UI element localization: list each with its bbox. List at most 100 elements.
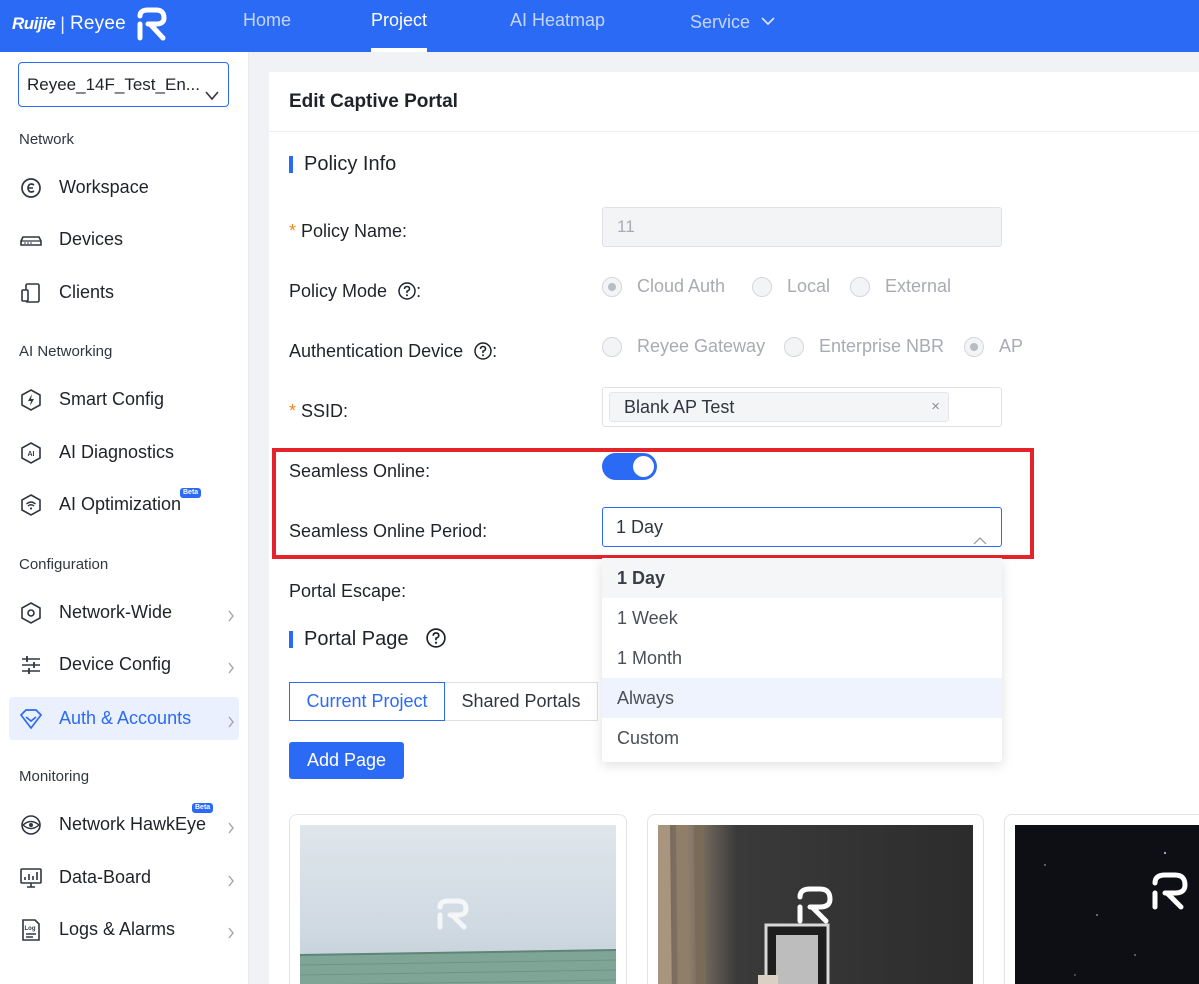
- nav-project[interactable]: Project: [371, 0, 428, 52]
- tab-current-project[interactable]: Current Project: [289, 682, 445, 721]
- chevron-right-icon: [227, 871, 235, 892]
- required-mark: *: [289, 401, 297, 421]
- sidebar-item-ai-optimization[interactable]: AI Optimization Beta: [9, 483, 239, 526]
- add-page-button[interactable]: Add Page: [289, 742, 404, 779]
- chevron-right-icon: [227, 818, 235, 839]
- chevron-down-icon: [204, 76, 220, 119]
- portal-page-card[interactable]: [289, 814, 627, 984]
- section-title-policy-info: Policy Info: [289, 153, 396, 176]
- help-icon[interactable]: [398, 282, 416, 305]
- sidebar-item-label: Device Config: [59, 654, 172, 674]
- project-selector[interactable]: Reyee_14F_Test_En...: [18, 62, 229, 107]
- nav-ai-heatmap[interactable]: AI Heatmap: [510, 0, 605, 52]
- portal-escape-label: Portal Escape:: [289, 581, 407, 601]
- section-label-configuration: Configuration: [19, 556, 109, 573]
- data-board-icon: [19, 866, 43, 890]
- sidebar-item-devices[interactable]: Devices: [9, 218, 239, 261]
- hawkeye-icon: [19, 813, 43, 837]
- sidebar-item-label: Data-Board: [59, 867, 152, 887]
- sidebar-item-workspace[interactable]: Workspace: [9, 166, 239, 209]
- portal-preview-image: [658, 825, 973, 984]
- portal-preview-image: [300, 825, 616, 984]
- radio-dot: [850, 277, 870, 297]
- radio-dot: [602, 277, 622, 297]
- seamless-online-period-dropdown: 1 Day 1 Week 1 Month Always Custom: [602, 558, 1002, 762]
- radio-dot: [964, 337, 984, 357]
- chevron-right-icon: [227, 712, 235, 733]
- portal-page-card[interactable]: [647, 814, 984, 984]
- devices-icon: [19, 228, 43, 252]
- dropdown-option-1-week[interactable]: 1 Week: [602, 598, 1002, 638]
- network-wide-icon: [19, 601, 43, 625]
- tab-shared-portals[interactable]: Shared Portals: [445, 682, 598, 721]
- section-label-network: Network: [19, 131, 75, 148]
- sidebar-item-logs-alarms[interactable]: Log Logs & Alarms: [9, 908, 239, 951]
- sidebar-item-data-board[interactable]: Data-Board: [9, 856, 239, 899]
- ssid-tag: Blank AP Test ×: [609, 392, 949, 422]
- dropdown-option-1-day[interactable]: 1 Day: [602, 558, 1002, 598]
- dropdown-option-1-month[interactable]: 1 Month: [602, 638, 1002, 678]
- sidebar-item-ai-diagnostics[interactable]: AI AI Diagnostics: [9, 431, 239, 474]
- dropdown-option-always[interactable]: Always: [602, 678, 1002, 718]
- logs-alarms-icon: Log: [19, 918, 43, 942]
- brand-ruijie: Ruijie: [12, 14, 56, 33]
- section-label-ai-networking: AI Networking: [19, 343, 113, 360]
- portal-page-card[interactable]: [1004, 814, 1199, 984]
- svg-text:Log: Log: [25, 926, 36, 932]
- policy-name-label: * Policy Name:: [289, 221, 408, 241]
- policy-mode-label: Policy Mode :: [289, 281, 421, 305]
- help-icon[interactable]: [426, 628, 446, 654]
- sidebar-item-label: Smart Config: [59, 389, 165, 409]
- sidebar-item-label: AI Optimization: [59, 494, 182, 514]
- sidebar-item-network-wide[interactable]: Network-Wide: [9, 591, 239, 634]
- sidebar-item-label: Network-Wide: [59, 602, 173, 622]
- sidebar: Reyee_14F_Test_En... Network Workspace D…: [0, 52, 249, 984]
- radio-dot: [784, 337, 804, 357]
- sidebar-item-label: Devices: [59, 229, 124, 249]
- brand-separator: |: [60, 13, 65, 34]
- help-icon[interactable]: [474, 342, 492, 365]
- auth-device-label: Authentication Device :: [289, 341, 497, 365]
- ai-optimization-icon: [19, 493, 43, 517]
- nav-service[interactable]: Service: [690, 0, 775, 52]
- beta-badge: Beta: [180, 488, 202, 498]
- workspace-icon: [19, 176, 43, 200]
- chevron-right-icon: [227, 658, 235, 679]
- project-selector-value: Reyee_14F_Test_En...: [27, 75, 200, 94]
- clients-icon: [19, 281, 43, 305]
- policy-name-input[interactable]: 11: [602, 207, 1002, 247]
- sidebar-item-clients[interactable]: Clients: [9, 271, 239, 314]
- section-label-monitoring: Monitoring: [19, 768, 90, 785]
- ai-diagnostics-icon: AI: [19, 441, 43, 465]
- sidebar-item-label: Network HawkEye: [59, 814, 207, 834]
- sidebar-item-auth-accounts[interactable]: Auth & Accounts: [9, 697, 239, 740]
- sidebar-item-label: Workspace: [59, 177, 149, 197]
- auth-accounts-icon: [19, 707, 43, 731]
- chevron-down-icon: [761, 0, 775, 40]
- device-config-icon: [19, 653, 43, 677]
- svg-text:AI: AI: [28, 451, 35, 458]
- sidebar-item-network-hawkeye[interactable]: Network HawkEye Beta: [9, 803, 239, 846]
- sidebar-item-label: Auth & Accounts: [59, 708, 192, 728]
- radio-dot: [602, 337, 622, 357]
- page-title: Edit Captive Portal: [289, 91, 458, 112]
- ssid-label: * SSID:: [289, 401, 349, 421]
- brand-logo[interactable]: Ruijie | Reyee: [12, 6, 168, 42]
- ssid-select[interactable]: Blank AP Test ×: [602, 387, 1002, 427]
- annotation-highlight-box: [272, 448, 1034, 559]
- sidebar-item-device-config[interactable]: Device Config: [9, 643, 239, 686]
- brand-reyee: Reyee: [69, 13, 126, 34]
- sidebar-item-label: Logs & Alarms: [59, 919, 176, 939]
- portal-preview-image: [1015, 825, 1199, 984]
- chevron-right-icon: [227, 923, 235, 944]
- dropdown-option-custom[interactable]: Custom: [602, 718, 1002, 758]
- close-icon[interactable]: ×: [931, 393, 940, 421]
- panel-header: Edit Captive Portal: [269, 72, 1199, 132]
- nav-home[interactable]: Home: [243, 0, 291, 52]
- beta-badge: Beta: [192, 803, 214, 813]
- section-title-portal-page: Portal Page: [289, 628, 446, 654]
- sidebar-item-smart-config[interactable]: Smart Config: [9, 378, 239, 421]
- chevron-right-icon: [227, 606, 235, 627]
- sidebar-item-label: Clients: [59, 282, 115, 302]
- reyee-mark-icon: [137, 7, 167, 41]
